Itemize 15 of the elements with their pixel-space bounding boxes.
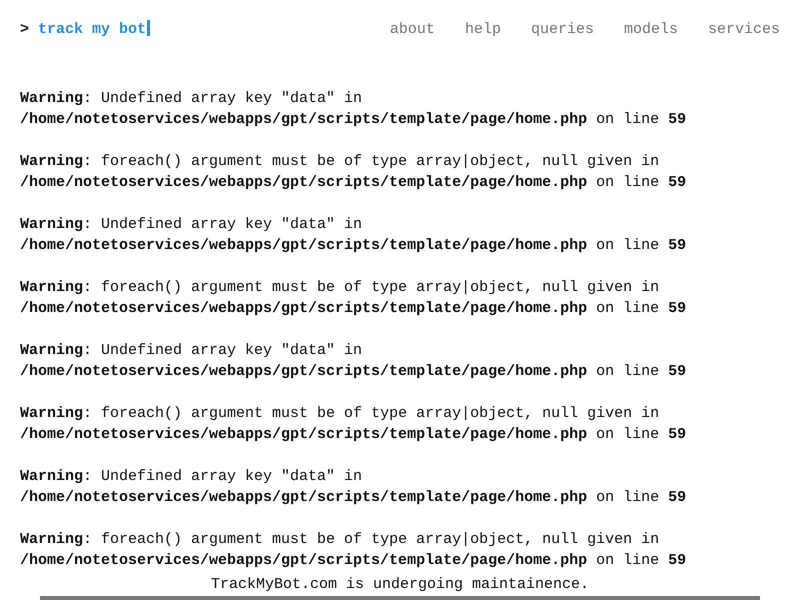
warning-message: Warning: foreach() argument must be of type array|object, null given in /home/notetoservices/webapps/gpt/scripts/template/page/home.php on line 59 xyxy=(20,278,688,319)
maintenance-notice: TrackMyBot.com is undergoing maintainence. xyxy=(210,575,590,595)
nav-link[interactable]: help xyxy=(464,20,501,40)
warning-message: Warning: foreach() argument must be of type array|object, null given in /home/notetoservices/webapps/gpt/scripts/template/page/home.php on line 59 xyxy=(20,404,688,445)
warning-message: Warning: Undefined array key "data" in /home/notetoservices/webapps/gpt/scripts/template/page/home.php on line 59 xyxy=(20,215,688,256)
warning-message: Warning: Undefined array key "data" in /home/notetoservices/webapps/gpt/scripts/template/page/home.php on line 59 xyxy=(20,89,688,130)
nav-link[interactable]: about xyxy=(390,20,435,40)
warning-message: Warning: foreach() argument must be of type array|object, null given in /home/notetoservices/webapps/gpt/scripts/template/page/home.php on line 59 xyxy=(20,530,688,571)
warning-message: Warning: Undefined array key "data" in /home/notetoservices/webapps/gpt/scripts/template/page/home.php on line 59 xyxy=(20,467,688,508)
warning-message: Warning: foreach() argument must be of type array|object, null given in /home/notetoservices/webapps/gpt/scripts/template/page/home.php on line 59 xyxy=(20,152,688,193)
logo-link[interactable]: > track my bot xyxy=(20,20,150,40)
nav-link[interactable]: queries xyxy=(530,20,594,40)
nav-link[interactable]: models xyxy=(624,20,678,40)
warning-message: Warning: Undefined array key "data" in /home/notetoservices/webapps/gpt/scripts/template/page/home.php on line 59 xyxy=(20,341,688,382)
nav-link[interactable]: services xyxy=(708,20,780,40)
